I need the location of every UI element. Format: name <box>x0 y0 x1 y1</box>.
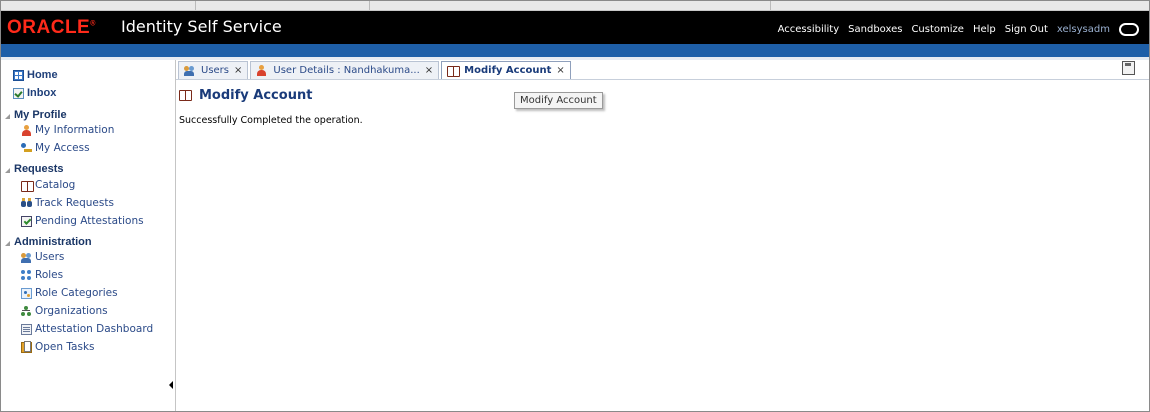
close-icon[interactable]: × <box>425 65 433 76</box>
username-label: xelsysadm <box>1056 23 1110 35</box>
tab-users[interactable]: Users × <box>178 61 249 79</box>
binoculars-icon <box>21 197 32 209</box>
sandboxes-link[interactable]: Sandboxes <box>848 24 902 35</box>
collapse-arrow-icon <box>169 381 173 389</box>
sign-out-link[interactable]: Sign Out <box>1005 24 1048 35</box>
tab-tooltip: Modify Account <box>514 92 603 109</box>
close-icon[interactable]: × <box>556 65 564 76</box>
users-icon <box>21 252 32 263</box>
sidebar-item-track-requests[interactable]: Track Requests <box>21 197 114 209</box>
sidebar-item-label: Role Categories <box>35 287 118 299</box>
sidebar-item-home[interactable]: Home <box>13 69 58 81</box>
sidebar-item-open-tasks[interactable]: Open Tasks <box>21 340 95 353</box>
tab-user-details[interactable]: User Details : Nandhakuma... × <box>250 61 440 79</box>
sidebar-item-roles[interactable]: Roles <box>21 269 63 281</box>
sidebar-item-my-information[interactable]: My Information <box>21 124 114 136</box>
book-icon <box>447 65 461 77</box>
book-icon <box>179 89 196 102</box>
book-icon <box>21 180 34 192</box>
page-title-text: Modify Account <box>199 88 313 103</box>
browser-tab[interactable] <box>15 1 196 10</box>
sidebar-item-users[interactable]: Users <box>21 251 64 263</box>
global-header: ORACLE® Identity Self Service Accessibil… <box>1 11 1149 44</box>
users-icon <box>184 65 197 77</box>
expanded-triangle-icon <box>5 240 10 246</box>
confirmation-message: Successfully Completed the operation. <box>179 115 363 126</box>
customize-link[interactable]: Customize <box>911 24 964 35</box>
key-icon <box>21 142 32 154</box>
help-link[interactable]: Help <box>973 24 996 35</box>
browser-tab[interactable] <box>369 1 771 10</box>
expanded-triangle-icon <box>5 113 10 119</box>
content-tabs: Users × User Details : Nandhakuma... × M… <box>178 60 573 79</box>
header-blue-bar <box>1 44 1149 58</box>
sidebar-item-label: Home <box>27 69 58 81</box>
tabs-divider <box>176 79 1149 80</box>
section-administration[interactable]: Administration <box>5 236 92 248</box>
sidebar-item-catalog[interactable]: Catalog <box>21 179 76 192</box>
oracle-logo-text: ORACLE <box>7 17 91 38</box>
sidebar-item-label: Users <box>35 251 65 263</box>
section-my-profile[interactable]: My Profile <box>5 109 67 121</box>
person-icon <box>256 64 269 77</box>
sidebar-item-inbox[interactable]: Inbox <box>13 87 56 99</box>
organizations-icon <box>21 305 32 317</box>
main-content: Users × User Details : Nandhakuma... × M… <box>176 60 1149 411</box>
sidebar-item-organizations[interactable]: Organizations <box>21 305 108 317</box>
tab-modify-account[interactable]: Modify Account × <box>441 61 571 79</box>
oracle-ring-icon <box>1119 22 1139 36</box>
dashboard-icon <box>21 323 32 335</box>
accessibility-link[interactable]: Accessibility <box>778 24 840 35</box>
sidebar-item-label: My Access <box>35 142 90 154</box>
sidebar-item-label: Pending Attestations <box>35 215 144 227</box>
close-icon[interactable]: × <box>234 65 242 76</box>
sidebar-item-label: My Information <box>35 124 115 136</box>
sidebar-item-label: Catalog <box>35 179 76 191</box>
home-icon <box>13 69 24 81</box>
sidebar: Home Inbox My Profile My Information My … <box>1 60 176 411</box>
sidebar-item-attestation-dashboard[interactable]: Attestation Dashboard <box>21 323 153 335</box>
attestation-icon <box>21 215 32 227</box>
app-window: ORACLE® Identity Self Service Accessibil… <box>0 0 1150 412</box>
tab-label: Modify Account <box>464 65 552 76</box>
sidebar-item-label: Open Tasks <box>35 341 95 353</box>
section-title: My Profile <box>14 109 67 121</box>
tab-label: User Details : Nandhakuma... <box>273 65 420 76</box>
sidebar-item-label: Organizations <box>35 305 108 317</box>
sidebar-item-label: Inbox <box>27 87 57 99</box>
sidebar-item-label: Attestation Dashboard <box>35 323 154 335</box>
section-requests[interactable]: Requests <box>5 163 64 175</box>
sidebar-item-role-categories[interactable]: Role Categories <box>21 287 118 299</box>
role-categories-icon <box>21 287 32 299</box>
tab-label: Users <box>201 65 230 76</box>
roles-icon <box>21 269 32 281</box>
person-icon <box>21 124 32 136</box>
oracle-logo: ORACLE® <box>7 17 96 38</box>
sidebar-item-pending-attestations[interactable]: Pending Attestations <box>21 215 144 227</box>
sidebar-item-label: Roles <box>35 269 64 281</box>
sidebar-item-my-access[interactable]: My Access <box>21 142 90 154</box>
inbox-icon <box>13 87 24 99</box>
page-title: Modify Account <box>179 88 312 103</box>
expanded-triangle-icon <box>5 167 10 173</box>
sidebar-item-label: Track Requests <box>35 197 114 209</box>
section-title: Requests <box>14 163 64 175</box>
open-tasks-icon <box>21 340 32 353</box>
section-title: Administration <box>14 236 92 248</box>
save-layout-icon[interactable] <box>1122 61 1135 75</box>
global-links: Accessibility Sandboxes Customize Help S… <box>769 21 1139 37</box>
browser-tab-strip <box>1 1 1149 11</box>
app-title: Identity Self Service <box>121 17 282 36</box>
collapse-sidebar-button[interactable] <box>168 378 175 392</box>
